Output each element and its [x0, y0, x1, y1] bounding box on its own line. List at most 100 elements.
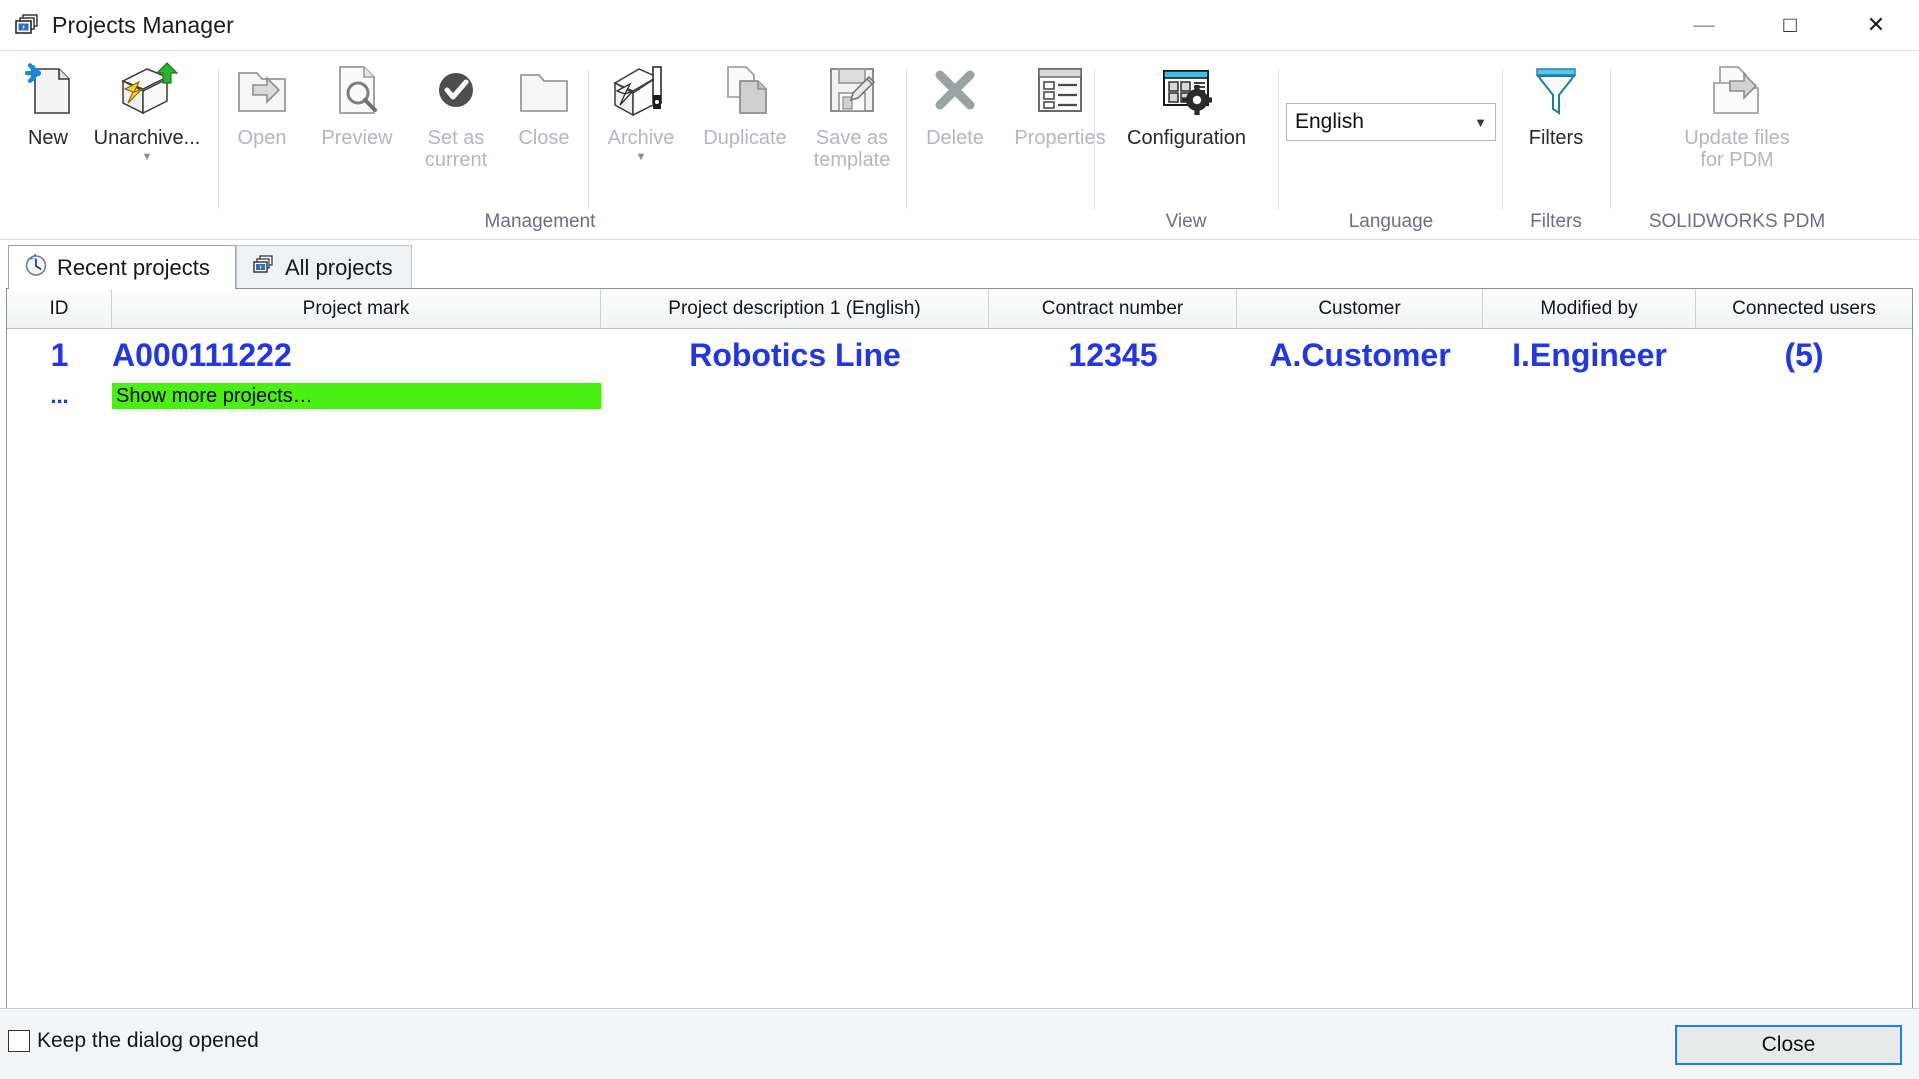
- ribbon-button-configuration[interactable]: Configuration: [1104, 59, 1269, 149]
- tab-label: All projects: [285, 255, 393, 281]
- configuration-gear-icon: [1156, 59, 1218, 121]
- ribbon-group-create: New Unarchive... ▼: [0, 51, 218, 241]
- clock-history-icon: [23, 252, 49, 284]
- cell-project-description: Robotics Line: [601, 329, 989, 381]
- ribbon-button-duplicate[interactable]: Duplicate: [690, 59, 800, 149]
- chevron-down-icon[interactable]: ▼: [1474, 115, 1487, 130]
- chevron-down-icon[interactable]: ▼: [142, 151, 153, 163]
- ribbon-group-label: Language: [1280, 211, 1502, 233]
- ribbon-group-label: View: [1096, 211, 1276, 233]
- show-more-row[interactable]: ... Show more projects…: [7, 381, 1912, 411]
- preview-magnifier-icon: [326, 59, 388, 121]
- grid-header-project-description[interactable]: Project description 1 (English): [601, 289, 989, 328]
- unarchive-icon: [113, 59, 181, 121]
- ribbon-separator: [906, 69, 907, 209]
- archive-icon: [607, 59, 675, 121]
- ribbon-button-label: Properties: [1014, 127, 1105, 149]
- ribbon-button-label: Configuration: [1127, 127, 1246, 149]
- ribbon-button-save-as-template[interactable]: Save as template: [800, 59, 904, 171]
- window-controls: — □ ✕: [1661, 0, 1919, 50]
- maximize-button[interactable]: □: [1747, 0, 1833, 50]
- ribbon-group-solidworks-pdm: Update files for PDM SOLIDWORKS PDM: [1612, 51, 1862, 241]
- ribbon-button-archive[interactable]: Archive ▼: [592, 59, 690, 163]
- projects-stack-icon: [251, 252, 277, 284]
- title-bar: Projects Manager — □ ✕: [0, 0, 1919, 50]
- tab-strip: Recent projects All projects: [0, 241, 1919, 289]
- cell-customer: A.Customer: [1237, 329, 1483, 381]
- cell-id: 1: [7, 329, 112, 381]
- ribbon-button-update-files-for-pdm[interactable]: Update files for PDM: [1652, 59, 1822, 171]
- ribbon-separator: [1094, 69, 1095, 209]
- ribbon-separator: [1610, 69, 1611, 209]
- ribbon-button-label: Open: [238, 127, 287, 149]
- delete-x-icon: [924, 59, 986, 121]
- table-row[interactable]: 1 A000111222 Robotics Line 12345 A.Custo…: [7, 329, 1912, 381]
- grid-header-project-mark[interactable]: Project mark: [112, 289, 601, 328]
- cell-connected-users: (5): [1696, 329, 1912, 381]
- ribbon-group-label: Filters: [1504, 211, 1608, 233]
- duplicate-pages-icon: [714, 59, 776, 121]
- ribbon-button-label: Update files for PDM: [1684, 127, 1790, 171]
- cell-modified-by: I.Engineer: [1483, 329, 1696, 381]
- funnel-filter-icon: [1525, 59, 1587, 121]
- ribbon-button-label: Filters: [1529, 127, 1583, 149]
- close-window-button[interactable]: ✕: [1833, 0, 1919, 50]
- ribbon-button-close-project[interactable]: Close: [502, 59, 586, 149]
- ribbon-button-open[interactable]: Open: [220, 59, 304, 149]
- ribbon-toolbar: New Unarchive... ▼: [0, 50, 1919, 240]
- projects-stack-icon: [12, 10, 42, 40]
- ribbon-separator: [1502, 69, 1503, 209]
- language-select[interactable]: English ▼: [1286, 103, 1496, 141]
- grid-header-modified-by[interactable]: Modified by: [1483, 289, 1696, 328]
- language-select-value: English: [1295, 110, 1364, 134]
- chevron-down-icon[interactable]: ▼: [636, 151, 647, 163]
- ribbon-group-language: English ▼ Language: [1280, 51, 1502, 241]
- keep-dialog-opened-row[interactable]: Keep the dialog opened: [8, 1029, 259, 1053]
- ribbon-button-label: Archive: [608, 127, 675, 149]
- tab-all-projects[interactable]: All projects: [236, 245, 412, 289]
- close-button[interactable]: Close: [1675, 1025, 1902, 1065]
- ribbon-button-label: Delete: [926, 127, 984, 149]
- ribbon-button-label: Duplicate: [703, 127, 786, 149]
- cell-contract-number: 12345: [989, 329, 1237, 381]
- window-title: Projects Manager: [52, 12, 234, 39]
- ribbon-group-view: Configuration View: [1096, 51, 1276, 241]
- ribbon-button-set-as-current[interactable]: Set as current: [410, 59, 502, 171]
- grid-header-id[interactable]: ID: [7, 289, 112, 328]
- grid-body: 1 A000111222 Robotics Line 12345 A.Custo…: [7, 329, 1912, 1008]
- ribbon-button-filters[interactable]: Filters: [1512, 59, 1600, 149]
- ribbon-button-label: Unarchive...: [94, 127, 201, 149]
- ribbon-separator: [1278, 69, 1279, 209]
- ribbon-button-delete[interactable]: Delete: [910, 59, 1000, 149]
- grid-header-connected-users[interactable]: Connected users: [1696, 289, 1912, 328]
- footer-bar: Keep the dialog opened Close: [0, 1008, 1919, 1079]
- properties-list-icon: [1029, 59, 1091, 121]
- ribbon-button-label: Preview: [321, 127, 392, 149]
- projects-grid: ID Project mark Project description 1 (E…: [6, 288, 1913, 1008]
- show-more-projects-link[interactable]: Show more projects…: [112, 383, 601, 409]
- ribbon-button-new[interactable]: New: [8, 59, 88, 149]
- ribbon-group-management: Open Preview Set as current: [220, 51, 1088, 241]
- ribbon-group-label: Management: [400, 211, 680, 233]
- open-folder-icon: [231, 59, 293, 121]
- more-dots-label: ...: [7, 381, 112, 411]
- tab-recent-projects[interactable]: Recent projects: [8, 245, 236, 289]
- keep-dialog-opened-checkbox[interactable]: [8, 1030, 30, 1052]
- grid-header-row: ID Project mark Project description 1 (E…: [7, 289, 1912, 329]
- grid-header-customer[interactable]: Customer: [1237, 289, 1483, 328]
- ribbon-button-label: Save as template: [814, 127, 891, 171]
- ribbon-group-filters: Filters Filters: [1504, 51, 1608, 241]
- update-files-icon: [1706, 59, 1768, 121]
- ribbon-button-label: Set as current: [425, 127, 487, 171]
- ribbon-separator: [588, 69, 589, 209]
- ribbon-button-label: Close: [518, 127, 569, 149]
- ribbon-group-label: SOLIDWORKS PDM: [1612, 211, 1862, 233]
- folder-icon: [513, 59, 575, 121]
- ribbon-button-unarchive[interactable]: Unarchive... ▼: [88, 59, 206, 163]
- minimize-button[interactable]: —: [1661, 0, 1747, 50]
- save-template-icon: [821, 59, 883, 121]
- ribbon-button-preview[interactable]: Preview: [304, 59, 410, 149]
- grid-header-contract-number[interactable]: Contract number: [989, 289, 1237, 328]
- tab-label: Recent projects: [57, 255, 210, 281]
- ribbon-button-label: New: [28, 127, 68, 149]
